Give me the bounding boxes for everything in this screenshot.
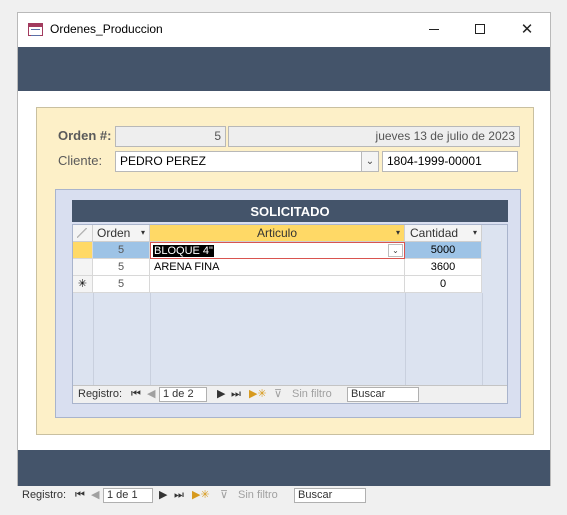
column-header-label: Cantidad: [410, 226, 459, 240]
column-header-cantidad[interactable]: Cantidad ▾: [405, 225, 482, 242]
column-header-articulo[interactable]: Articulo ▾: [150, 225, 405, 242]
prev-record-icon[interactable]: ◀: [147, 388, 155, 401]
select-all-icon: [77, 228, 87, 238]
new-record-icon[interactable]: ▶✳: [192, 489, 210, 502]
grid-line: [93, 293, 94, 385]
search-input[interactable]: Buscar: [347, 387, 419, 402]
grid-line: [150, 293, 151, 385]
datasheet-grid: Orden ▾ Articulo ▾ Cantidad ▾ 5 BLOQUE 4…: [72, 224, 508, 404]
grid-empty-area: [73, 293, 482, 385]
filter-status[interactable]: Sin filtro: [238, 489, 278, 502]
form-header: [18, 47, 550, 91]
next-record-icon[interactable]: ▶: [217, 388, 225, 401]
cell-articulo-value: BLOQUE 4": [153, 245, 214, 257]
record-position-field[interactable]: 1 de 2: [159, 387, 207, 402]
first-record-icon[interactable]: ⏮: [131, 388, 141, 401]
column-header-label: Orden: [97, 226, 131, 240]
record-position-field[interactable]: 1 de 1: [103, 488, 153, 503]
grid-line: [482, 293, 483, 385]
cell-articulo[interactable]: [150, 276, 405, 293]
form-window: Ordenes_Produccion ✕ Orden #: 5 jueves 1…: [17, 12, 551, 486]
rnc-field[interactable]: 1804-1999-00001: [382, 151, 518, 172]
first-record-icon[interactable]: ⏮: [75, 489, 85, 502]
row-selector[interactable]: [73, 242, 93, 259]
title-bar[interactable]: Ordenes_Produccion ✕: [18, 13, 550, 47]
cliente-label: Cliente:: [58, 153, 103, 168]
cell-cantidad[interactable]: 3600: [405, 259, 482, 276]
nav-label: Registro:: [22, 489, 67, 501]
next-record-icon[interactable]: ▶: [159, 489, 167, 502]
cell-articulo-combo[interactable]: BLOQUE 4" ⌄: [150, 242, 405, 259]
column-header-orden[interactable]: Orden ▾: [93, 225, 150, 242]
cliente-value: PEDRO PEREZ: [120, 154, 207, 168]
last-record-icon[interactable]: ⏭: [174, 489, 184, 502]
form-footer: [18, 450, 550, 486]
cell-orden[interactable]: 5: [93, 276, 150, 293]
minimize-button[interactable]: [411, 13, 457, 45]
cell-cantidad[interactable]: 5000: [405, 242, 482, 259]
maximize-button[interactable]: [457, 13, 503, 45]
close-icon: ✕: [520, 20, 534, 38]
nav-label: Registro:: [78, 388, 123, 400]
solicitado-subform: SOLICITADO Orden ▾ Articulo ▾ Cantidad ▾: [55, 189, 521, 418]
sort-dropdown-icon[interactable]: ▾: [396, 225, 400, 241]
new-record-icon: ✳: [73, 276, 93, 293]
window-title: Ordenes_Produccion: [50, 22, 163, 36]
orden-label: Orden #:: [58, 128, 112, 143]
cliente-combo[interactable]: PEDRO PEREZ ⌄: [115, 151, 379, 172]
cell-orden[interactable]: 5: [93, 242, 150, 259]
table-row[interactable]: 5 ARENA FINA 3600: [73, 259, 482, 276]
orden-number-field[interactable]: 5: [115, 126, 226, 147]
select-all-corner[interactable]: [73, 225, 93, 242]
chevron-down-icon[interactable]: ⌄: [361, 152, 378, 171]
new-record-icon[interactable]: ▶✳: [249, 388, 267, 401]
new-record-row[interactable]: ✳ 5 0: [73, 276, 482, 293]
column-header-label: Articulo: [256, 226, 297, 240]
minimize-icon: [429, 28, 439, 30]
form-icon: [28, 23, 43, 36]
sort-dropdown-icon[interactable]: ▾: [473, 225, 477, 241]
close-button[interactable]: ✕: [504, 13, 550, 45]
main-record-navigator: Registro: ⏮ ◀ 1 de 1 ▶ ⏭ ▶✳ ⊽ Sin filtro…: [17, 487, 551, 506]
form-detail: Orden #: 5 jueves 13 de julio de 2023 Cl…: [36, 107, 534, 435]
chevron-down-icon[interactable]: ⌄: [388, 244, 403, 257]
last-record-icon[interactable]: ⏭: [231, 388, 241, 401]
row-selector[interactable]: [73, 259, 93, 276]
grid-line: [405, 293, 406, 385]
cell-articulo[interactable]: ARENA FINA: [150, 259, 405, 276]
prev-record-icon[interactable]: ◀: [91, 489, 99, 502]
cell-orden[interactable]: 5: [93, 259, 150, 276]
subform-title: SOLICITADO: [72, 200, 508, 222]
filter-status[interactable]: Sin filtro: [292, 388, 332, 401]
subform-record-navigator: Registro: ⏮ ◀ 1 de 2 ▶ ⏭ ▶✳ ⊽ Sin filtro…: [73, 385, 507, 403]
filter-icon: ⊽: [220, 489, 229, 501]
search-input[interactable]: Buscar: [294, 488, 366, 503]
cell-cantidad[interactable]: 0: [405, 276, 482, 293]
filter-icon: ⊽: [274, 388, 283, 400]
date-field[interactable]: jueves 13 de julio de 2023: [228, 126, 520, 147]
maximize-icon: [475, 24, 485, 34]
sort-dropdown-icon[interactable]: ▾: [141, 225, 145, 241]
table-row[interactable]: 5 BLOQUE 4" ⌄ 5000: [73, 242, 482, 259]
